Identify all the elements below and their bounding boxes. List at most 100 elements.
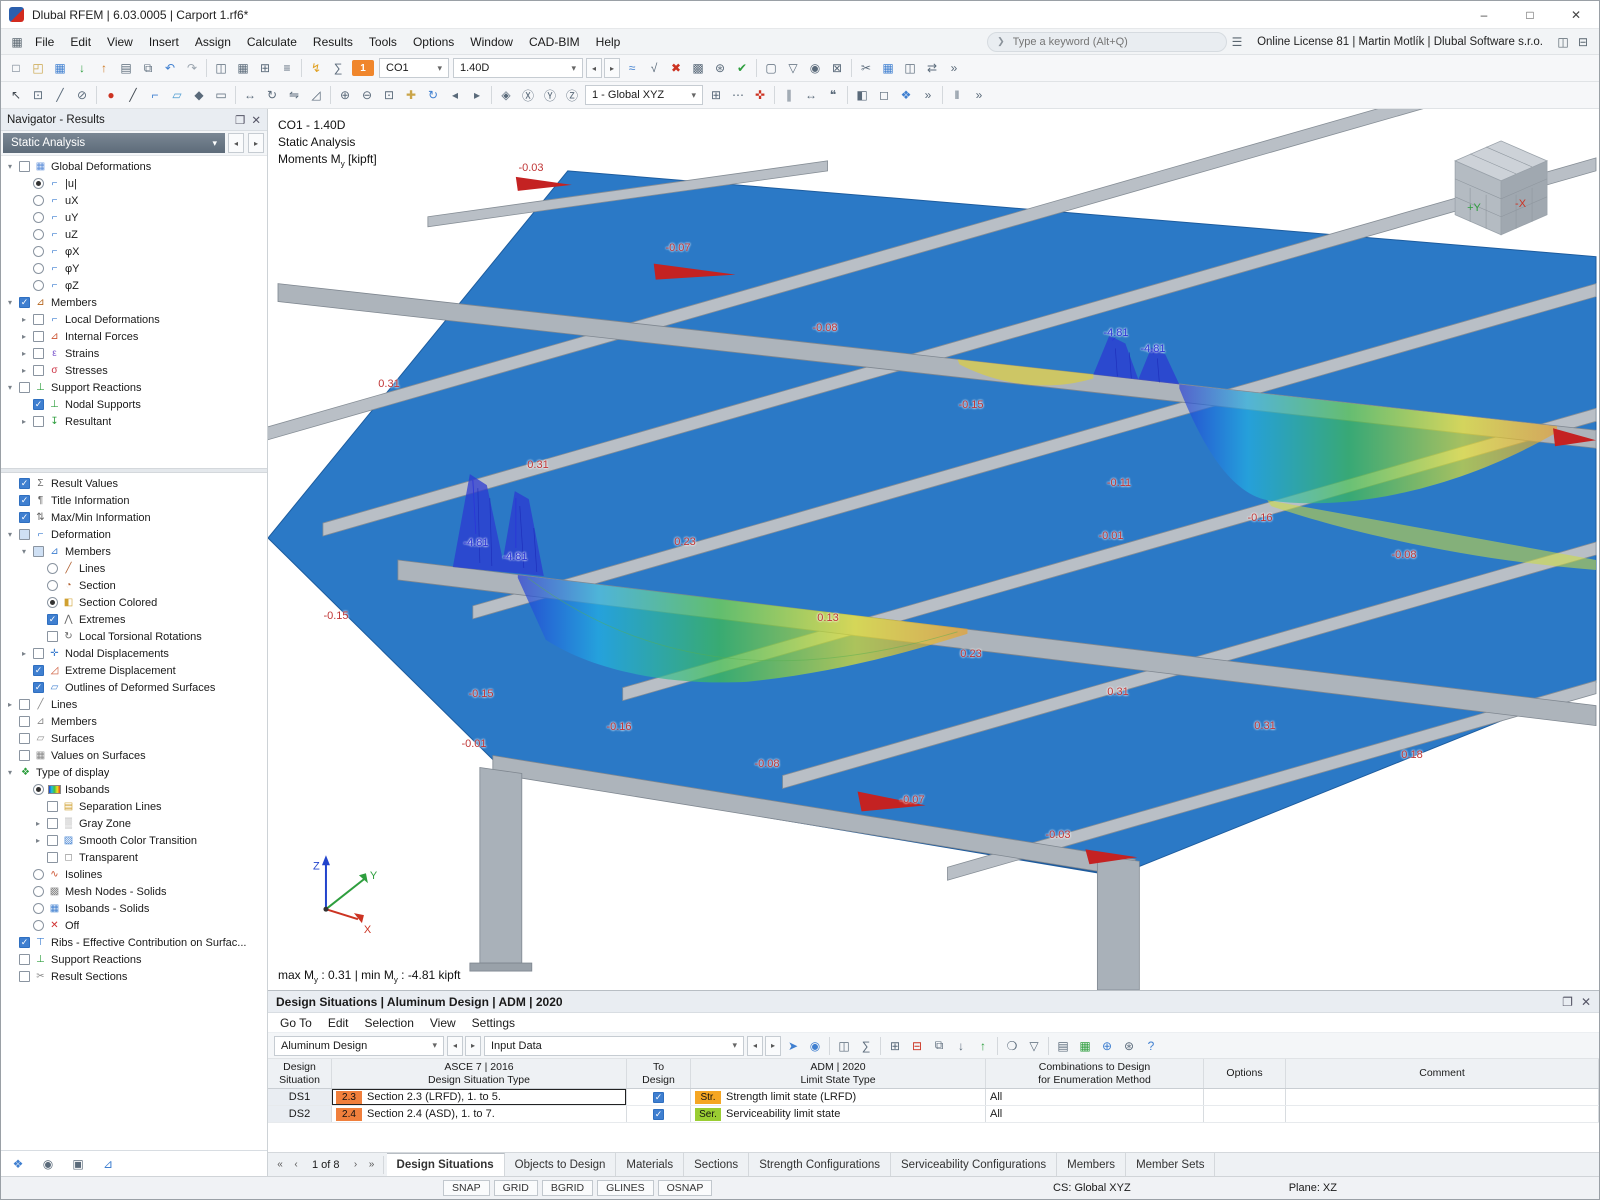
- limit-state-cell[interactable]: Ser.Serviceability limit state: [691, 1106, 986, 1122]
- checkbox[interactable]: [19, 750, 30, 761]
- limit-state-cell[interactable]: Str.Strength limit state (LRFD): [691, 1089, 986, 1105]
- view-y-icon[interactable]: Ⓨ: [539, 84, 561, 106]
- combinations-cell[interactable]: All: [986, 1106, 1204, 1122]
- tree-item-transparent[interactable]: ◻Transparent: [1, 849, 267, 866]
- checkbox[interactable]: [33, 314, 44, 325]
- expander-icon[interactable]: ▸: [5, 700, 15, 709]
- show-results-icon[interactable]: ≈: [621, 57, 643, 79]
- tree-item-surfaces[interactable]: ▱Surfaces: [1, 730, 267, 747]
- previous-analysis-button[interactable]: ◂: [228, 133, 244, 153]
- column-header-options[interactable]: Options: [1204, 1059, 1286, 1088]
- panel-layout-icon[interactable]: ◫: [1553, 35, 1573, 49]
- column-header-asce-7-2016[interactable]: ASCE 7 | 2016Design Situation Type: [332, 1059, 627, 1088]
- checkbox[interactable]: [19, 954, 30, 965]
- expander-icon[interactable]: ▸: [19, 417, 29, 426]
- fe-mesh-icon[interactable]: ▩: [687, 57, 709, 79]
- tree-item-values-on-surfaces[interactable]: ▦Values on Surfaces: [1, 747, 267, 764]
- zoom-in-icon[interactable]: ⊕: [334, 84, 356, 106]
- expander-icon[interactable]: ▾: [5, 530, 15, 539]
- tree-item-extreme-displacement[interactable]: ✓◿Extreme Displacement: [1, 662, 267, 679]
- load-cases-icon[interactable]: ↯: [305, 57, 327, 79]
- expander-icon[interactable]: ▾: [5, 298, 15, 307]
- help-icon[interactable]: ?: [1140, 1035, 1162, 1057]
- comments-icon[interactable]: ❝: [822, 84, 844, 106]
- radio-button[interactable]: [47, 563, 58, 574]
- clipping-box-icon[interactable]: ⊠: [826, 57, 848, 79]
- expander-icon[interactable]: ▸: [19, 366, 29, 375]
- previous-view-icon[interactable]: ◂: [444, 84, 466, 106]
- dimensions-icon[interactable]: ↔: [800, 84, 822, 106]
- scale-icon[interactable]: ◿: [305, 84, 327, 106]
- navigator-toggle-icon[interactable]: ◫: [210, 57, 232, 79]
- open-model-icon[interactable]: ◰: [27, 57, 49, 79]
- line-new-icon[interactable]: ╱: [122, 84, 144, 106]
- guidelines-icon[interactable]: ∥: [778, 84, 800, 106]
- deselect-icon[interactable]: ⊘: [71, 84, 93, 106]
- panel-menu-selection[interactable]: Selection: [357, 1014, 422, 1032]
- work-plane-icon[interactable]: ⊞: [705, 84, 727, 106]
- mesh-settings-icon[interactable]: ⊛: [709, 57, 731, 79]
- design-check-icon[interactable]: ✔: [731, 57, 753, 79]
- display-properties-icon[interactable]: ❖: [895, 84, 917, 106]
- result-tables-icon[interactable]: ▦: [877, 57, 899, 79]
- menu-item-file[interactable]: File: [27, 31, 62, 53]
- tree-item-isobands[interactable]: Isobands: [1, 781, 267, 798]
- tree-item-uz[interactable]: ⌐uZ: [1, 226, 267, 243]
- tree-item-separation-lines[interactable]: ▤Separation Lines: [1, 798, 267, 815]
- tree-item-members[interactable]: ⊿Members: [1, 713, 267, 730]
- design-situation-type-cell[interactable]: 2.3Section 2.3 (LRFD), 1. to 5.: [332, 1089, 627, 1105]
- table-group-combo[interactable]: Input Data ▾: [484, 1036, 744, 1056]
- expander-icon[interactable]: ▸: [33, 819, 43, 828]
- copy-row-icon[interactable]: ⧉: [928, 1035, 950, 1057]
- column-header-adm-2020[interactable]: ADM | 2020Limit State Type: [691, 1059, 986, 1088]
- checkbox[interactable]: [19, 382, 30, 393]
- node-new-icon[interactable]: ●: [100, 84, 122, 106]
- tab-sections[interactable]: Sections: [684, 1153, 749, 1176]
- expander-icon[interactable]: ▾: [5, 383, 15, 392]
- next-table-button[interactable]: ▸: [765, 1036, 781, 1056]
- next-load-case-button[interactable]: ▸: [604, 58, 620, 78]
- tree-item-resultant[interactable]: ▸↧Resultant: [1, 413, 267, 430]
- radio-button[interactable]: [33, 784, 44, 795]
- checkbox[interactable]: [33, 648, 44, 659]
- menu-item-help[interactable]: Help: [588, 31, 629, 53]
- tree-item-members[interactable]: ▾✓⊿Members: [1, 294, 267, 311]
- tree-item-nodal-displacements[interactable]: ▸✛Nodal Displacements: [1, 645, 267, 662]
- previous-design-button[interactable]: ◂: [447, 1036, 463, 1056]
- camera-view-icon[interactable]: ▣: [67, 1153, 89, 1175]
- solid-new-icon[interactable]: ◆: [188, 84, 210, 106]
- search-table-icon[interactable]: ❍: [1001, 1035, 1023, 1057]
- object-snap-icon[interactable]: ✜: [749, 84, 771, 106]
- last-page-button[interactable]: »: [364, 1159, 380, 1170]
- tree-item-extremes[interactable]: ✓⋀Extremes: [1, 611, 267, 628]
- view-mode-icon[interactable]: ◫: [833, 1035, 855, 1057]
- radio-button[interactable]: [33, 246, 44, 257]
- tree-item-smooth-color-transition[interactable]: ▸▨Smooth Color Transition: [1, 832, 267, 849]
- menu-item-assign[interactable]: Assign: [187, 31, 239, 53]
- radio-button[interactable]: [33, 263, 44, 274]
- table-row-ds2[interactable]: DS22.4Section 2.4 (ASD), 1. to 7.✓Ser.Se…: [268, 1106, 1599, 1123]
- tab-members[interactable]: Members: [1057, 1153, 1126, 1176]
- previous-table-button[interactable]: ◂: [747, 1036, 763, 1056]
- undo-icon[interactable]: ↶: [159, 57, 181, 79]
- tree-item-outlines-of-deformed-surfaces[interactable]: ✓▱Outlines of Deformed Surfaces: [1, 679, 267, 696]
- expander-icon[interactable]: ▾: [5, 162, 15, 171]
- radio-button[interactable]: [47, 597, 58, 608]
- tree-item-y[interactable]: ⌐φY: [1, 260, 267, 277]
- rotate-view-icon[interactable]: ↻: [422, 84, 444, 106]
- previous-page-button[interactable]: ‹: [288, 1159, 304, 1170]
- undock-panel-icon[interactable]: ❐: [1562, 995, 1573, 1009]
- redo-icon[interactable]: ↷: [181, 57, 203, 79]
- checkbox[interactable]: [33, 365, 44, 376]
- panels-layout-icon[interactable]: ⊞: [254, 57, 276, 79]
- tree-item-ux[interactable]: ⌐uX: [1, 192, 267, 209]
- next-view-icon[interactable]: ▸: [466, 84, 488, 106]
- result-values-xyz-icon[interactable]: ∑: [855, 1035, 877, 1057]
- tree-item-off[interactable]: ✕Off: [1, 917, 267, 934]
- table-row-ds1[interactable]: DS12.3Section 2.3 (LRFD), 1. to 5.✓Str.S…: [268, 1089, 1599, 1106]
- menu-item-options[interactable]: Options: [405, 31, 462, 53]
- load-combination-combo[interactable]: 1.40D ▾: [453, 58, 583, 78]
- toggle-glines[interactable]: GLINES: [597, 1180, 654, 1196]
- checkbox[interactable]: [47, 818, 58, 829]
- checkbox[interactable]: ✓: [19, 478, 30, 489]
